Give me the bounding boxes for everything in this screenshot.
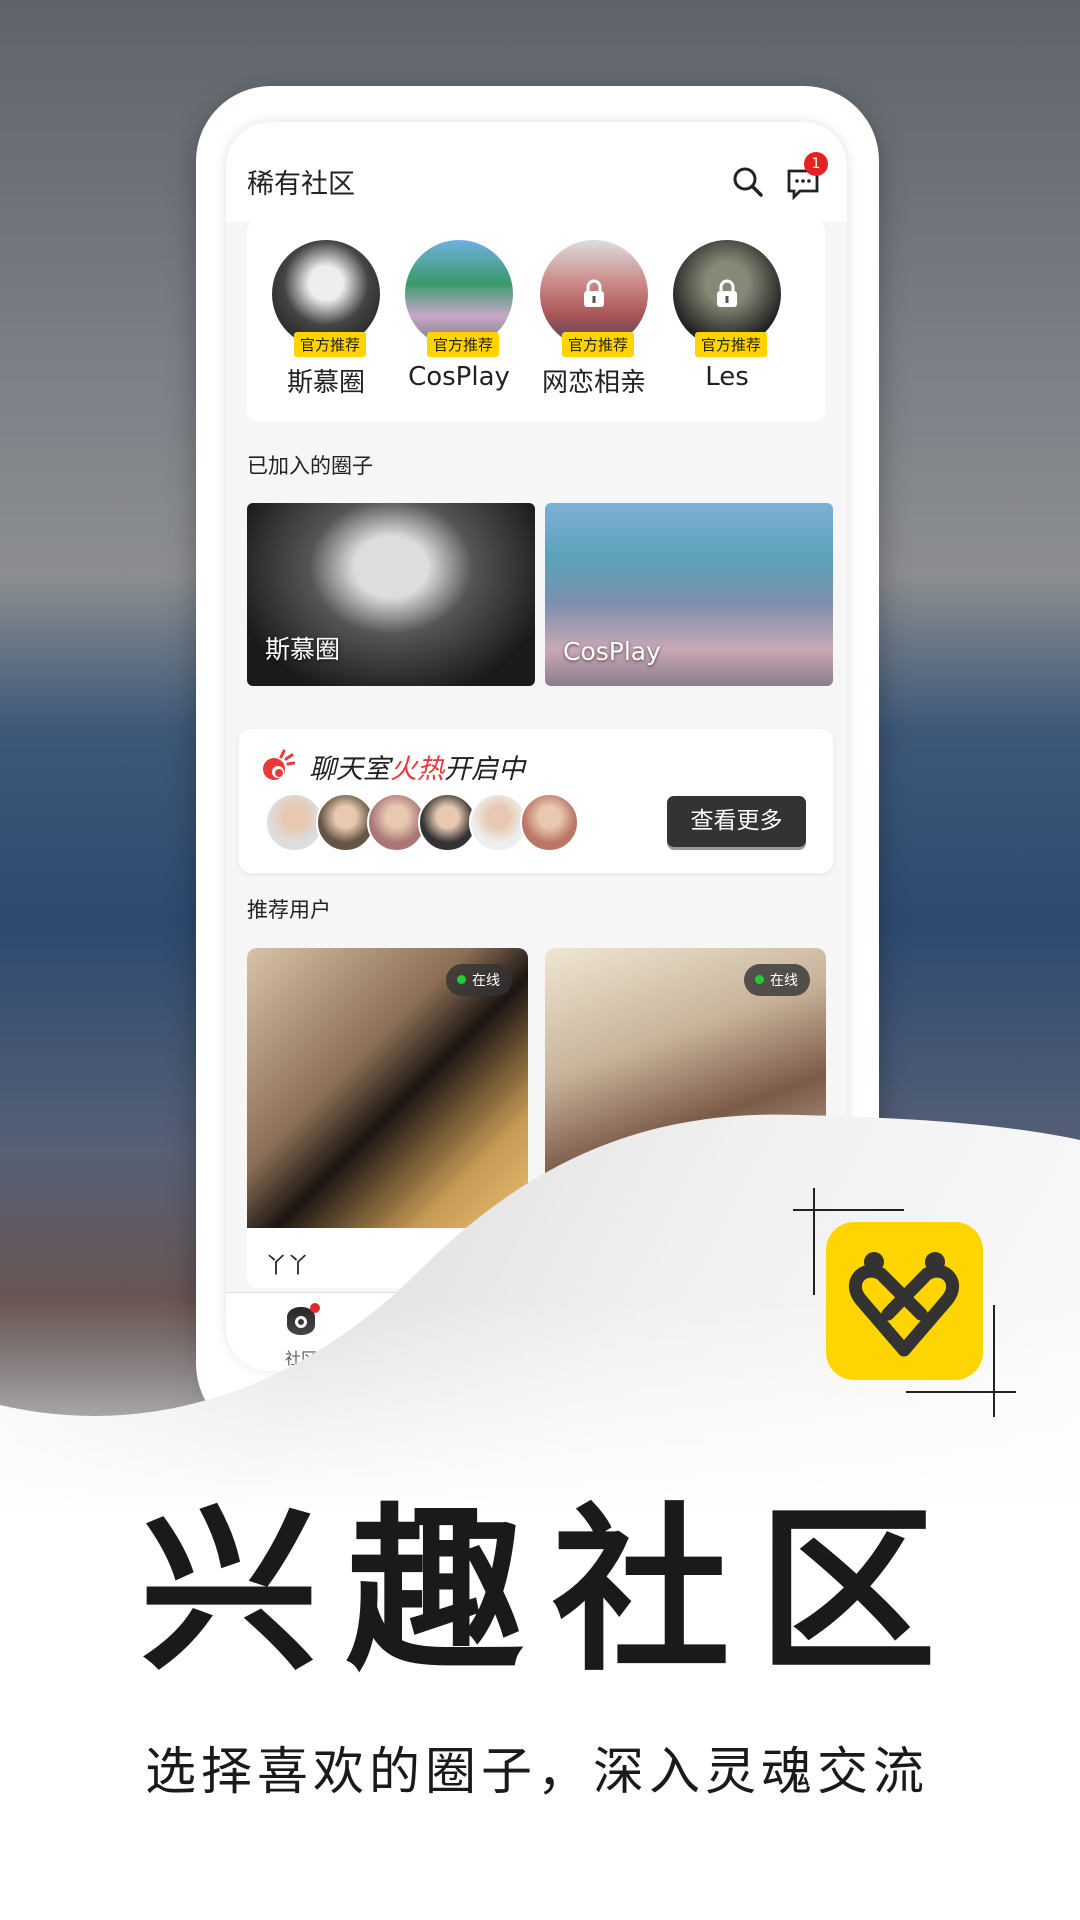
promo-subtitle: 选择喜欢的圈子，深入灵魂交流 xyxy=(145,1743,930,1802)
app-logo xyxy=(826,1222,983,1380)
promo-headline: 兴趣社区 xyxy=(140,1488,964,1695)
heart-couple-logo-icon xyxy=(849,1252,959,1357)
